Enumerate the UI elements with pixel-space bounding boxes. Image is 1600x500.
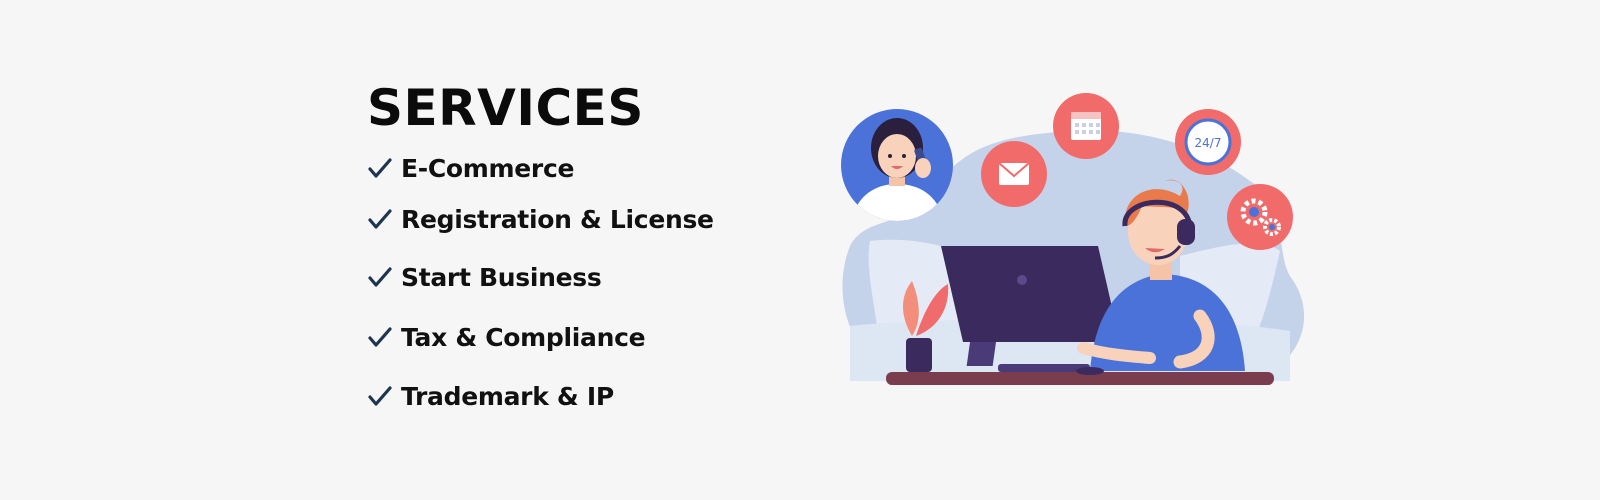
services-title: SERVICES — [367, 79, 644, 137]
check-icon — [368, 267, 392, 287]
service-label: Start Business — [401, 262, 602, 292]
service-item-tax-compliance: Tax & Compliance — [367, 319, 646, 355]
clock-label: 24/7 — [1195, 136, 1222, 150]
calendar-icon — [1053, 93, 1119, 159]
check-icon — [368, 327, 392, 347]
service-item-registration-license: Registration & License — [367, 201, 714, 237]
desk — [886, 372, 1274, 385]
customer-support-illustration: 24/7 — [841, 93, 1305, 385]
mail-icon — [981, 141, 1047, 207]
check-icon — [368, 158, 392, 178]
service-label: E-Commerce — [401, 153, 575, 183]
service-item-start-business: Start Business — [367, 259, 602, 295]
service-item-trademark-ip: Trademark & IP — [367, 378, 614, 414]
services-section: SERVICES E-Commerce Registration & Licen… — [367, 78, 787, 411]
check-icon — [368, 209, 392, 229]
service-label: Tax & Compliance — [401, 322, 646, 352]
service-item-ecommerce: E-Commerce — [367, 150, 574, 186]
check-icon — [368, 386, 392, 406]
service-label: Registration & License — [401, 204, 714, 234]
gears-icon — [1227, 184, 1293, 250]
service-label: Trademark & IP — [401, 381, 614, 411]
clock-24-7-icon: 24/7 — [1175, 109, 1241, 175]
